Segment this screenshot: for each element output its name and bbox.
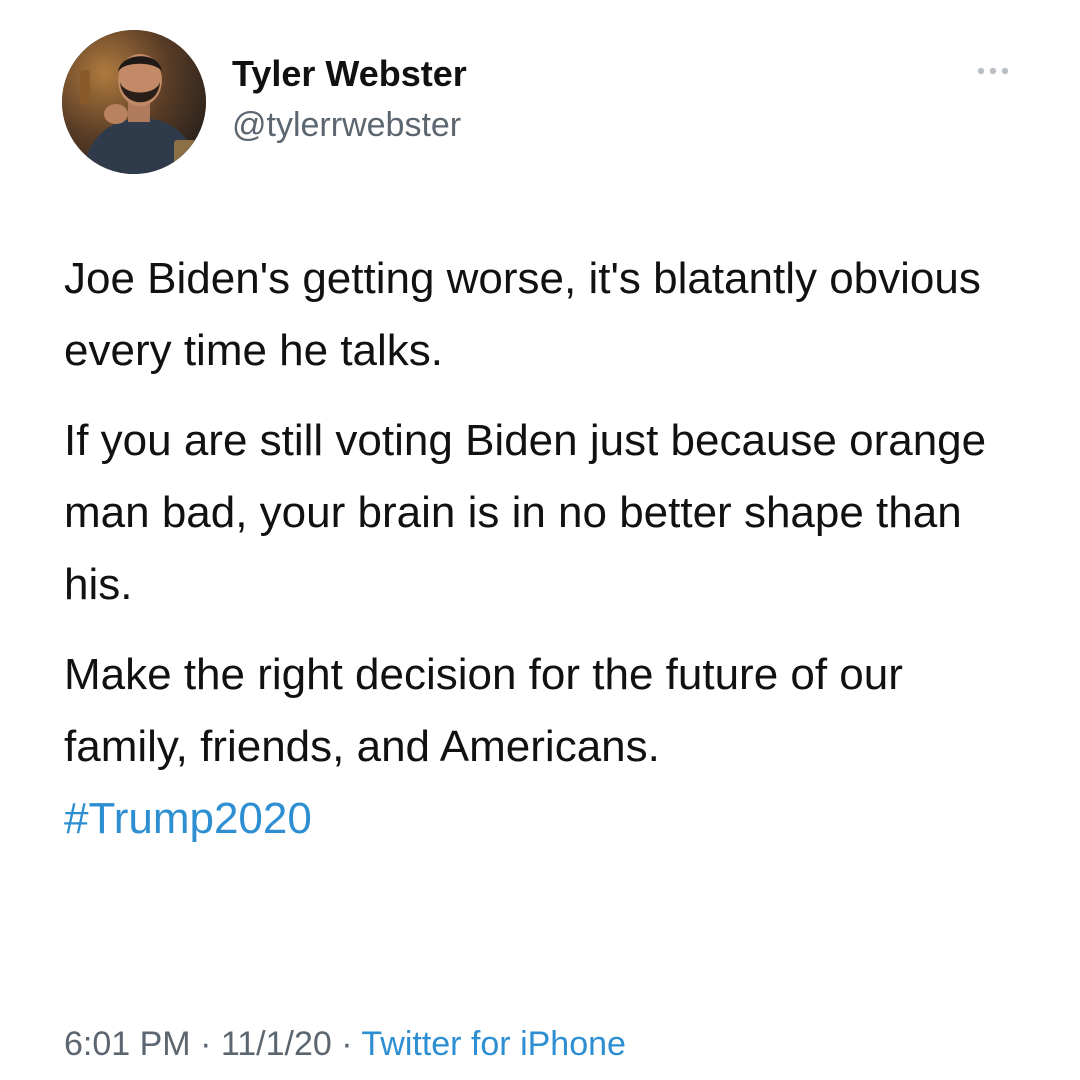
more-dots-icon bbox=[977, 67, 1009, 75]
tweet-meta: 6:01 PM · 11/1/20 · Twitter for iPhone bbox=[64, 1022, 626, 1066]
avatar[interactable] bbox=[62, 30, 206, 174]
tweet-time: 6:01 PM bbox=[64, 1025, 191, 1063]
hashtag-link[interactable]: #Trump2020 bbox=[64, 794, 312, 843]
meta-separator: · bbox=[331, 1025, 362, 1063]
tweet-text: Joe Biden's getting worse, it's blatantl… bbox=[64, 243, 1024, 855]
profile-photo-icon bbox=[62, 30, 206, 174]
author-display-name[interactable]: Tyler Webster bbox=[232, 52, 467, 96]
more-options-button[interactable] bbox=[968, 56, 1018, 86]
tweet-card: Tyler Webster @tylerrwebster Joe Biden's… bbox=[0, 0, 1080, 1080]
tweet-date: 11/1/20 bbox=[220, 1025, 332, 1063]
tweet-paragraph-text: Make the right decision for the future o… bbox=[64, 650, 903, 771]
meta-separator: · bbox=[190, 1025, 221, 1063]
tweet-paragraph: If you are still voting Biden just becau… bbox=[64, 416, 987, 609]
author-handle[interactable]: @tylerrwebster bbox=[232, 104, 461, 146]
tweet-paragraph: Make the right decision for the future o… bbox=[64, 639, 1024, 855]
tweet-source-link[interactable]: Twitter for iPhone bbox=[361, 1025, 626, 1063]
tweet-paragraph: Joe Biden's getting worse, it's blatantl… bbox=[64, 254, 981, 375]
